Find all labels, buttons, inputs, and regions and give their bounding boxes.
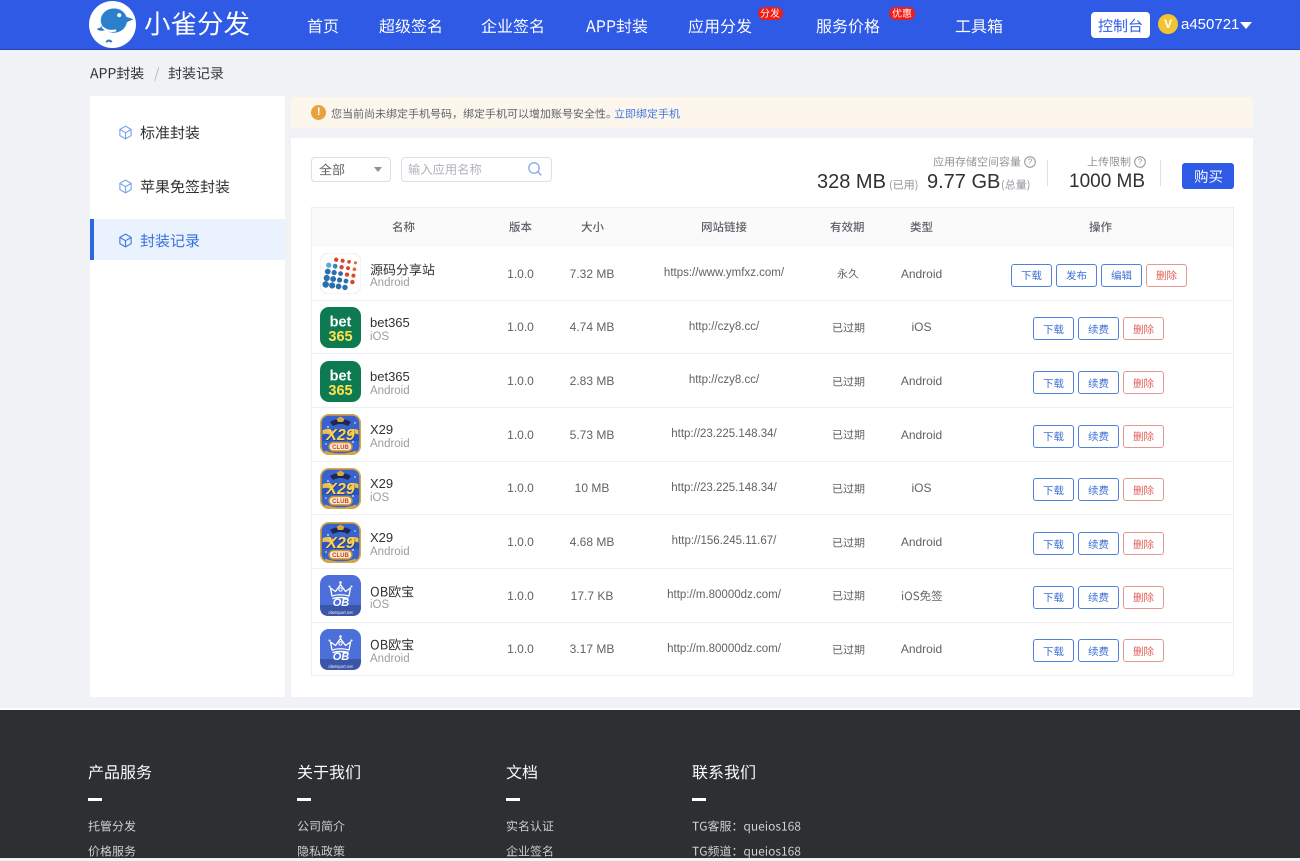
svg-text:?: ? (1028, 158, 1033, 167)
svg-text:?: ? (1138, 158, 1143, 167)
